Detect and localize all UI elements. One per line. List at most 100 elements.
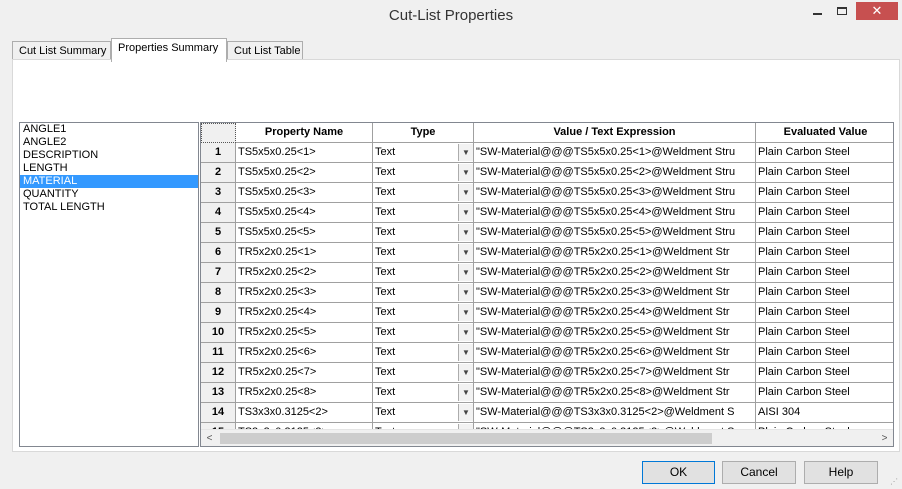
value-expression-cell[interactable]: "SW-Material@@@TR5x2x0.25<3>@Weldment St… — [474, 283, 756, 303]
type-combo[interactable]: Text ▼ — [373, 343, 474, 363]
close-button[interactable]: ✕ — [856, 2, 898, 20]
property-name-cell[interactable]: TS5x5x0.25<5> — [236, 223, 373, 243]
property-name-cell[interactable]: TS5x5x0.25<4> — [236, 203, 373, 223]
value-expression-cell[interactable]: "SW-Material@@@TS5x5x0.25<3>@Weldment St… — [474, 183, 756, 203]
type-combo[interactable]: Text ▼ — [373, 323, 474, 343]
type-combo-text: Text — [375, 326, 396, 338]
property-name-cell[interactable]: TR5x2x0.25<8> — [236, 383, 373, 403]
row-header[interactable]: 12 — [201, 363, 236, 383]
chevron-down-icon[interactable]: ▼ — [458, 344, 473, 361]
tab-cut-list-table[interactable]: Cut List Table — [227, 41, 303, 61]
value-expression-cell[interactable]: "SW-Material@@@TS5x5x0.25<4>@Weldment St… — [474, 203, 756, 223]
chevron-down-icon[interactable]: ▼ — [458, 284, 473, 301]
minimize-button[interactable] — [806, 2, 828, 20]
header-property-name[interactable]: Property Name — [236, 123, 373, 143]
list-item[interactable]: QUANTITY — [20, 188, 198, 201]
row-header[interactable]: 9 — [201, 303, 236, 323]
property-name-cell[interactable]: TR5x2x0.25<5> — [236, 323, 373, 343]
value-expression-cell[interactable]: "SW-Material@@@TS5x5x0.25<5>@Weldment St… — [474, 223, 756, 243]
value-expression-cell[interactable]: "SW-Material@@@TS3x3x0.3125<2>@Weldment … — [474, 403, 756, 423]
property-name-cell[interactable]: TR5x2x0.25<2> — [236, 263, 373, 283]
tab-cut-list-summary[interactable]: Cut List Summary — [12, 41, 111, 61]
scrollbar-thumb[interactable] — [220, 433, 712, 444]
type-combo[interactable]: Text ▼ — [373, 183, 474, 203]
property-name-cell[interactable]: TS3x3x0.3125<2> — [236, 403, 373, 423]
property-list[interactable]: ANGLE1 ANGLE2 DESCRIPTION LENGTH MATERIAL QUA… — [19, 122, 199, 447]
chevron-down-icon[interactable]: ▼ — [458, 304, 473, 321]
value-expression-cell[interactable]: "SW-Material@@@TR5x2x0.25<5>@Weldment St… — [474, 323, 756, 343]
chevron-down-icon[interactable]: ▼ — [458, 244, 473, 261]
type-combo[interactable]: Text ▼ — [373, 203, 474, 223]
row-header[interactable]: 13 — [201, 383, 236, 403]
chevron-down-icon[interactable]: ▼ — [458, 364, 473, 381]
type-combo[interactable]: Text ▼ — [373, 383, 474, 403]
type-combo[interactable]: Text ▼ — [373, 243, 474, 263]
help-button[interactable]: Help — [804, 461, 878, 484]
list-item[interactable]: DESCRIPTION — [20, 149, 198, 162]
type-combo[interactable]: Text ▼ — [373, 303, 474, 323]
value-expression-cell[interactable]: "SW-Material@@@TS5x5x0.25<2>@Weldment St… — [474, 163, 756, 183]
property-name-cell[interactable]: TR5x2x0.25<6> — [236, 343, 373, 363]
row-header[interactable]: 6 — [201, 243, 236, 263]
chevron-down-icon[interactable]: ▼ — [458, 224, 473, 241]
scroll-right-icon[interactable]: > — [876, 430, 893, 446]
value-expression-cell[interactable]: "SW-Material@@@TR5x2x0.25<4>@Weldment St… — [474, 303, 756, 323]
type-combo[interactable]: Text ▼ — [373, 363, 474, 383]
property-name-cell[interactable]: TS5x5x0.25<3> — [236, 183, 373, 203]
chevron-down-icon[interactable]: ▼ — [458, 184, 473, 201]
row-header[interactable]: 11 — [201, 343, 236, 363]
row-header[interactable]: 10 — [201, 323, 236, 343]
type-combo[interactable]: Text ▼ — [373, 163, 474, 183]
chevron-down-icon[interactable]: ▼ — [458, 144, 473, 161]
value-expression-cell[interactable]: "SW-Material@@@TR5x2x0.25<2>@Weldment St… — [474, 263, 756, 283]
property-name-cell[interactable]: TS5x5x0.25<2> — [236, 163, 373, 183]
type-combo-text: Text — [375, 206, 396, 218]
list-item[interactable]: ANGLE2 — [20, 136, 198, 149]
chevron-down-icon[interactable]: ▼ — [458, 204, 473, 221]
chevron-down-icon[interactable]: ▼ — [458, 324, 473, 341]
chevron-down-icon[interactable]: ▼ — [458, 404, 473, 421]
value-expression-cell[interactable]: "SW-Material@@@TR5x2x0.25<7>@Weldment St… — [474, 363, 756, 383]
property-name-cell[interactable]: TR5x2x0.25<1> — [236, 243, 373, 263]
maximize-button[interactable] — [830, 2, 854, 20]
type-combo[interactable]: Text ▼ — [373, 283, 474, 303]
value-expression-cell[interactable]: "SW-Material@@@TS5x5x0.25<1>@Weldment St… — [474, 143, 756, 163]
list-item[interactable]: TOTAL LENGTH — [20, 201, 198, 214]
value-expression-cell[interactable]: "SW-Material@@@TR5x2x0.25<1>@Weldment St… — [474, 243, 756, 263]
scroll-left-icon[interactable]: < — [201, 430, 218, 446]
chevron-down-icon[interactable]: ▼ — [458, 164, 473, 181]
row-header[interactable]: 4 — [201, 203, 236, 223]
row-header[interactable]: 2 — [201, 163, 236, 183]
row-header[interactable]: 8 — [201, 283, 236, 303]
header-value-expression[interactable]: Value / Text Expression — [474, 123, 756, 143]
property-name-cell[interactable]: TR5x2x0.25<7> — [236, 363, 373, 383]
grid-corner[interactable] — [201, 123, 236, 143]
value-expression-cell[interactable]: "SW-Material@@@TR5x2x0.25<6>@Weldment St… — [474, 343, 756, 363]
list-item[interactable]: ANGLE1 — [20, 123, 198, 136]
list-item[interactable]: MATERIAL — [20, 175, 198, 188]
chevron-down-icon[interactable]: ▼ — [458, 264, 473, 281]
property-name-cell[interactable]: TS5x5x0.25<1> — [236, 143, 373, 163]
cancel-button[interactable]: Cancel — [722, 461, 796, 484]
property-name-cell[interactable]: TR5x2x0.25<4> — [236, 303, 373, 323]
chevron-down-icon[interactable]: ▼ — [458, 384, 473, 401]
row-header[interactable]: 1 — [201, 143, 236, 163]
header-evaluated-value[interactable]: Evaluated Value — [756, 123, 893, 143]
list-item[interactable]: LENGTH — [20, 162, 198, 175]
row-header[interactable]: 3 — [201, 183, 236, 203]
tab-properties-summary[interactable]: Properties Summary — [111, 38, 227, 62]
row-header[interactable]: 5 — [201, 223, 236, 243]
row-header[interactable]: 7 — [201, 263, 236, 283]
type-combo[interactable]: Text ▼ — [373, 223, 474, 243]
type-combo[interactable]: Text ▼ — [373, 143, 474, 163]
header-type[interactable]: Type — [373, 123, 474, 143]
row-header[interactable]: 14 — [201, 403, 236, 423]
type-combo[interactable]: Text ▼ — [373, 403, 474, 423]
value-expression-cell[interactable]: "SW-Material@@@TR5x2x0.25<8>@Weldment St… — [474, 383, 756, 403]
resize-grip-icon[interactable]: ⋰ — [890, 477, 900, 487]
table-row: 11 TR5x2x0.25<6> Text ▼ "SW-Material@@@TR5x2… — [201, 343, 893, 363]
ok-button[interactable]: OK — [642, 461, 715, 484]
type-combo[interactable]: Text ▼ — [373, 263, 474, 283]
property-name-cell[interactable]: TR5x2x0.25<3> — [236, 283, 373, 303]
horizontal-scrollbar[interactable]: < > — [201, 429, 893, 446]
